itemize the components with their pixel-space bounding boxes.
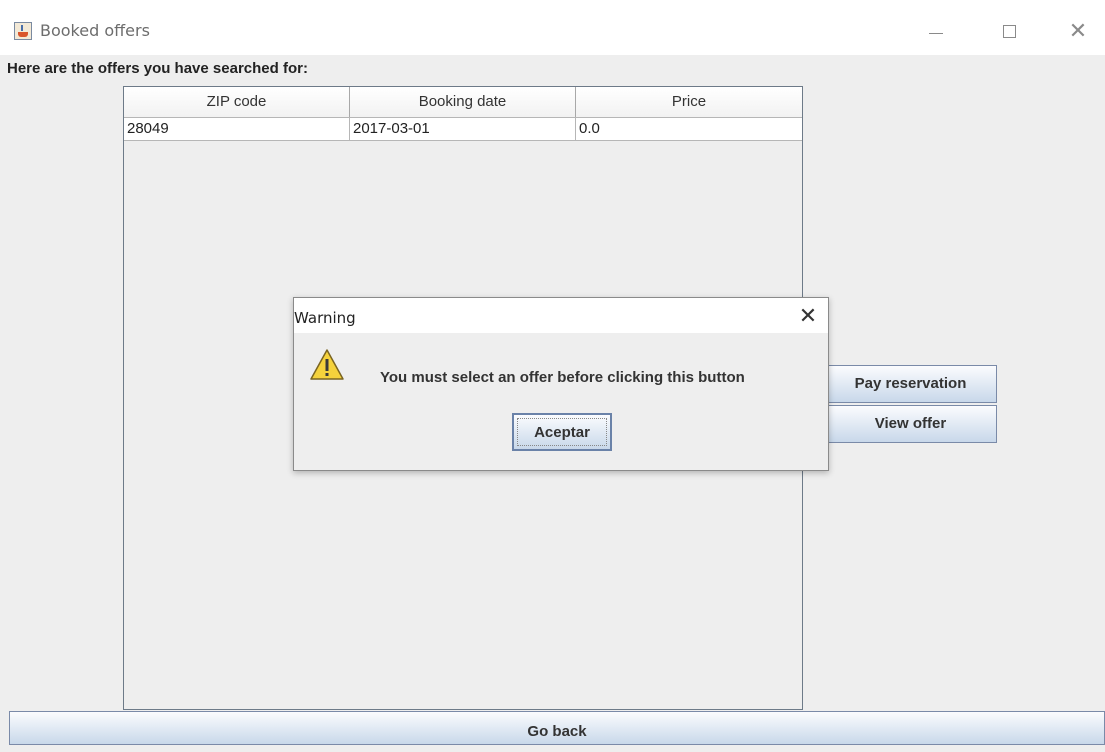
results-heading: Here are the offers you have searched fo…: [7, 60, 308, 77]
pay-reservation-button[interactable]: Pay reservation: [824, 365, 997, 403]
table-header: ZIP code Booking date Price: [124, 87, 802, 118]
window-title: Booked offers: [40, 21, 150, 40]
dialog-close-icon[interactable]: ✕: [794, 302, 822, 330]
aceptar-button[interactable]: Aceptar: [512, 413, 612, 451]
column-header-booking-date[interactable]: Booking date: [350, 87, 576, 117]
cell-booking-date[interactable]: 2017-03-01: [350, 118, 576, 140]
view-offer-button[interactable]: View offer: [824, 405, 997, 443]
minimize-icon[interactable]: [916, 14, 956, 48]
column-header-zip[interactable]: ZIP code: [124, 87, 350, 117]
dialog-title: Warning: [294, 309, 356, 327]
table-row[interactable]: 28049 2017-03-01 0.0: [124, 118, 802, 141]
java-app-icon: [14, 22, 32, 40]
column-header-price[interactable]: Price: [576, 87, 802, 117]
focus-ring: [517, 418, 607, 446]
close-icon[interactable]: ✕: [1058, 14, 1098, 48]
warning-icon: [310, 349, 344, 380]
cell-price[interactable]: 0.0: [576, 118, 802, 140]
dialog-message: You must select an offer before clicking…: [380, 369, 745, 386]
go-back-button[interactable]: Go back: [9, 711, 1105, 745]
warning-dialog: Warning ✕ You must select an offer befor…: [293, 297, 829, 471]
window-titlebar: Booked offers ✕: [0, 0, 1105, 55]
cell-zip[interactable]: 28049: [124, 118, 350, 140]
maximize-icon[interactable]: [990, 14, 1030, 48]
dialog-titlebar: Warning ✕: [294, 298, 828, 333]
